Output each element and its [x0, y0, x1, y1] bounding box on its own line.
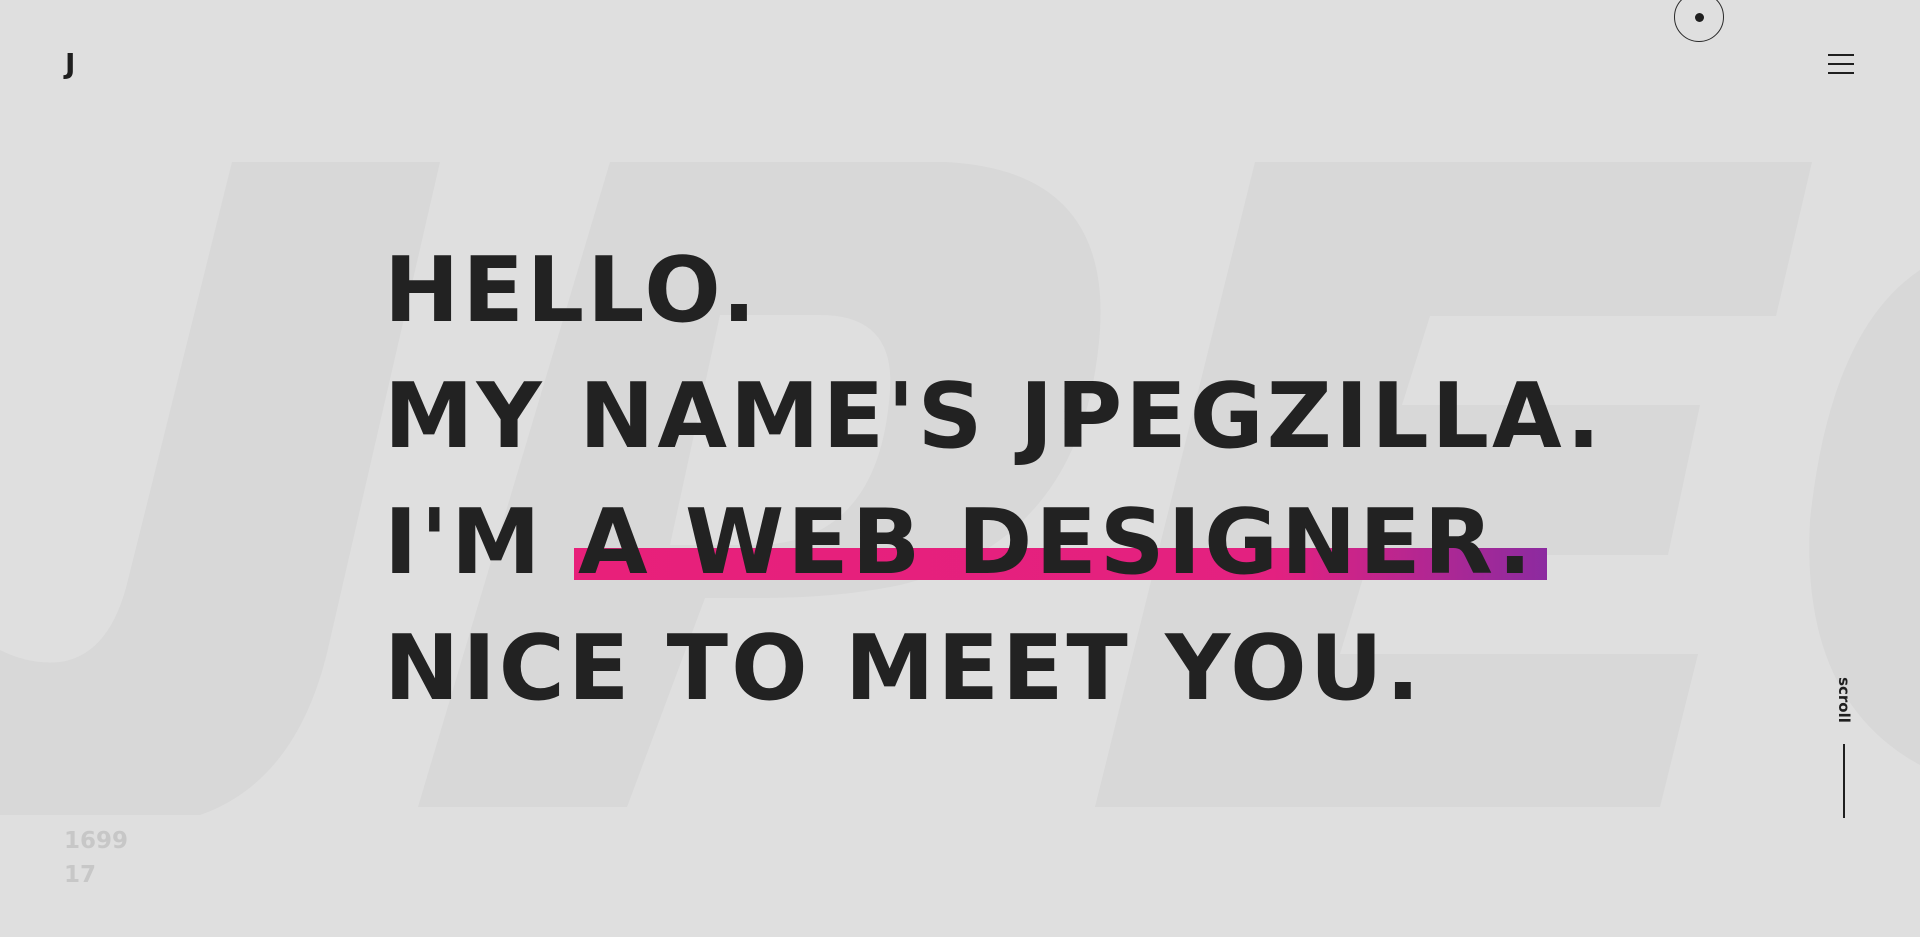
hamburger-menu-icon[interactable] — [1828, 54, 1856, 76]
hero-line-greeting: HELLO. — [384, 238, 760, 343]
hero-line-name: MY NAME'S JPEGZILLA. — [384, 364, 1604, 469]
scroll-indicator-line — [1843, 744, 1845, 818]
counter: 1699 17 — [64, 824, 128, 892]
site-logo[interactable]: J — [65, 50, 75, 78]
landing-page: J HELLO. MY NAME'S JPEGZILLA. I'M A WEB … — [0, 0, 1920, 937]
counter-line-2: 17 — [64, 862, 97, 888]
cursor-ring-icon — [1674, 0, 1724, 42]
hero-line-role: I'M A WEB DESIGNER. — [384, 480, 1604, 606]
hero-line-closing: NICE TO MEET YOU. — [384, 616, 1423, 721]
hero-headline: HELLO. MY NAME'S JPEGZILLA. I'M A WEB DE… — [384, 228, 1604, 732]
hero-role-prefix: I'M — [384, 490, 544, 595]
counter-line-1: 1699 — [64, 828, 129, 854]
cursor-dot-icon — [1695, 13, 1704, 22]
highlighted-role-text: A WEB DESIGNER. — [577, 490, 1535, 595]
scroll-label[interactable]: scroll — [1835, 677, 1853, 723]
highlighted-role: A WEB DESIGNER. — [573, 480, 1547, 606]
